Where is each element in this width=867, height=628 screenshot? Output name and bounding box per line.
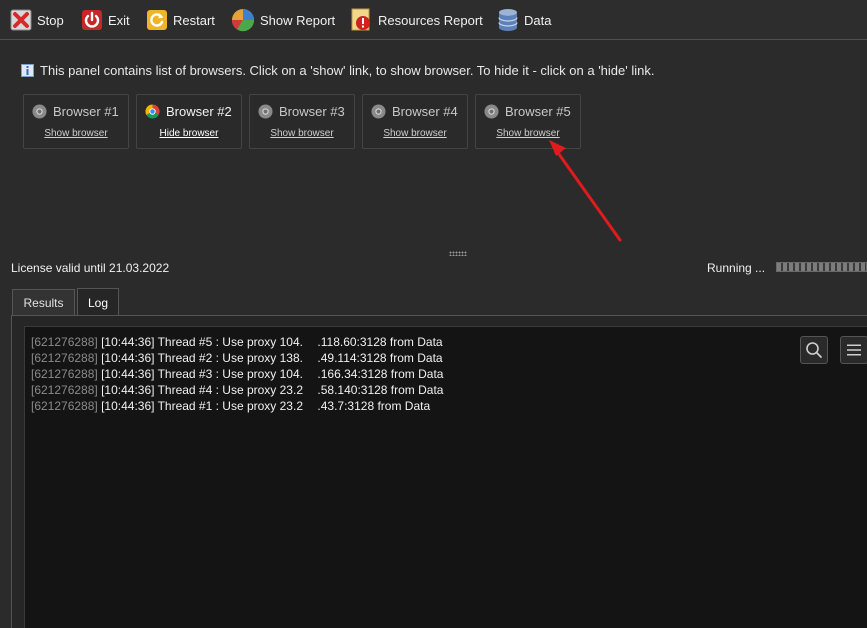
browser-title: Browser #4 (371, 104, 458, 119)
show-browser-link[interactable]: Show browser (24, 128, 128, 139)
tab-results[interactable]: Results (12, 289, 75, 316)
log-line: [621276288] [10:44:36] Thread #2 : Use p… (31, 350, 443, 366)
browser-title-text: Browser #3 (279, 104, 345, 119)
info-icon (21, 64, 34, 77)
browser-title: Browser #3 (258, 104, 345, 119)
search-icon (806, 342, 822, 358)
hide-browser-link[interactable]: Hide browser (137, 128, 241, 139)
browser-title: Browser #5 (484, 104, 571, 119)
log-line-id: [621276288] (31, 367, 98, 381)
tab-results-label: Results (23, 296, 64, 310)
restart-button[interactable]: Restart (146, 7, 215, 33)
log-lines: [621276288] [10:44:36] Thread #5 : Use p… (31, 334, 443, 414)
browser-icon (258, 104, 273, 119)
warning-icon (351, 8, 370, 31)
log-line-text: [10:44:36] Thread #4 : Use proxy 23.2 .5… (101, 383, 444, 397)
progress-bar (776, 262, 867, 272)
tab-log-label: Log (87, 296, 109, 310)
log-line-text: [10:44:36] Thread #5 : Use proxy 104. .1… (101, 335, 443, 349)
log-line: [621276288] [10:44:36] Thread #3 : Use p… (31, 366, 443, 382)
log-line-text: [10:44:36] Thread #3 : Use proxy 104. .1… (101, 367, 444, 381)
browser-title: Browser #2 (145, 104, 232, 119)
restart-label: Restart (173, 12, 215, 28)
browser-icon (371, 104, 386, 119)
database-icon (498, 9, 518, 31)
log-line: [621276288] [10:44:36] Thread #4 : Use p… (31, 382, 443, 398)
browser-card-3: Browser #3 Show browser (249, 94, 355, 149)
menu-button[interactable] (840, 336, 867, 364)
browser-card-4: Browser #4 Show browser (362, 94, 468, 149)
resources-report-button[interactable]: Resources Report (351, 7, 483, 33)
tab-log[interactable]: Log (77, 288, 119, 317)
info-text: This panel contains list of browsers. Cl… (40, 63, 655, 78)
browser-title-text: Browser #2 (166, 104, 232, 119)
search-button[interactable] (800, 336, 828, 364)
browser-card-2: Browser #2 Hide browser (136, 94, 242, 149)
menu-icon (847, 344, 861, 356)
show-browser-link[interactable]: Show browser (476, 128, 580, 139)
browser-title: Browser #1 (32, 104, 119, 119)
browser-title-text: Browser #4 (392, 104, 458, 119)
data-button[interactable]: Data (497, 7, 551, 33)
log-line: [621276288] [10:44:36] Thread #5 : Use p… (31, 334, 443, 350)
log-line-id: [621276288] (31, 351, 98, 365)
stop-button[interactable]: Stop (10, 7, 64, 33)
info-message: This panel contains list of browsers. Cl… (21, 63, 654, 78)
browser-icon (145, 104, 160, 119)
license-status: License valid until 21.03.2022 (11, 261, 170, 275)
browser-card-5: Browser #5 Show browser (475, 94, 581, 149)
log-line-id: [621276288] (31, 399, 98, 413)
running-status: Running ... (707, 261, 766, 275)
splitter-handle[interactable] (449, 251, 467, 256)
log-line-text: [10:44:36] Thread #2 : Use proxy 138. .4… (101, 351, 443, 365)
show-browser-link[interactable]: Show browser (363, 128, 467, 139)
stop-icon (10, 9, 32, 31)
show-report-button[interactable]: Show Report (231, 7, 335, 33)
log-line: [621276288] [10:44:36] Thread #1 : Use p… (31, 398, 443, 414)
data-label: Data (524, 12, 552, 28)
browser-icon (484, 104, 499, 119)
log-line-id: [621276288] (31, 383, 98, 397)
exit-label: Exit (108, 12, 130, 28)
show-report-label: Show Report (260, 12, 336, 28)
log-line-id: [621276288] (31, 335, 98, 349)
resources-report-label: Resources Report (378, 12, 483, 28)
toolbar: Stop Exit Restart Show Report Resources … (0, 0, 867, 40)
show-browser-link[interactable]: Show browser (250, 128, 354, 139)
pie-chart-icon (231, 9, 255, 32)
log-area[interactable]: [621276288] [10:44:36] Thread #5 : Use p… (24, 326, 867, 628)
browser-title-text: Browser #5 (505, 104, 571, 119)
browser-title-text: Browser #1 (53, 104, 119, 119)
exit-button[interactable]: Exit (81, 7, 130, 33)
browser-icon (32, 104, 47, 119)
stop-label: Stop (37, 12, 64, 28)
power-icon (82, 10, 102, 30)
restart-icon (147, 10, 167, 30)
log-line-text: [10:44:36] Thread #1 : Use proxy 23.2 .4… (101, 399, 431, 413)
browser-card-1: Browser #1 Show browser (23, 94, 129, 149)
